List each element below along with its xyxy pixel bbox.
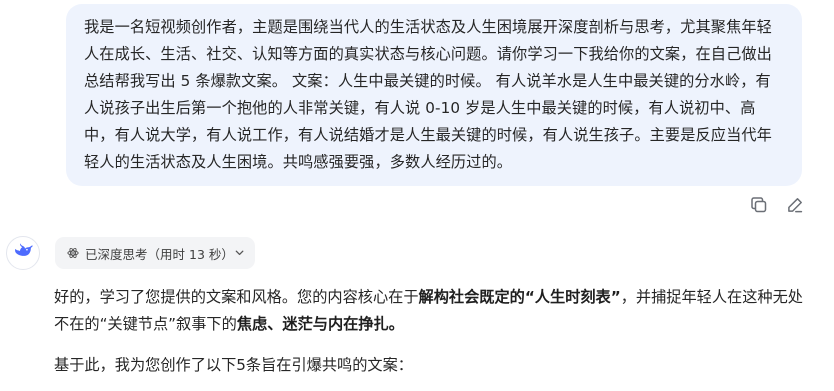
chat-page: 我是一名短视频创作者，主题是围绕当代人的生活状态及人生困境展开深度剖析与思考，尤… bbox=[0, 0, 834, 391]
response-emphasis: 焦虑、迷茫与内在挣扎。 bbox=[236, 315, 404, 333]
response-emphasis: 解构社会既定的“人生时刻表” bbox=[418, 288, 621, 306]
response-paragraph-2: 基于此，我为您创作了以下5条旨在引爆共鸣的文案： bbox=[54, 356, 413, 374]
user-message-text: 我是一名短视频创作者，主题是围绕当代人的生活状态及人生困境展开深度剖析与思考，尤… bbox=[84, 18, 772, 171]
response-text: 好的，学习了您提供的文案和风格。您的内容核心在于 bbox=[54, 288, 419, 306]
copy-button[interactable] bbox=[748, 196, 770, 218]
edit-button[interactable] bbox=[784, 196, 806, 218]
whale-logo-icon bbox=[12, 240, 34, 266]
thinking-toggle[interactable]: 已深度思考（用时 13 秒） bbox=[55, 237, 255, 269]
assistant-response: 好的，学习了您提供的文案和风格。您的内容核心在于解构社会既定的“人生时刻表”，并… bbox=[54, 284, 814, 379]
assistant-avatar bbox=[6, 236, 40, 270]
atom-icon bbox=[67, 247, 79, 260]
thinking-label: 已深度思考（用时 13 秒） bbox=[85, 246, 234, 262]
copy-icon bbox=[749, 195, 769, 219]
user-message-bubble: 我是一名短视频创作者，主题是围绕当代人的生活状态及人生困境展开深度剖析与思考，尤… bbox=[66, 4, 802, 186]
message-actions bbox=[748, 196, 806, 218]
edit-icon bbox=[785, 195, 805, 219]
response-paragraph-1: 好的，学习了您提供的文案和风格。您的内容核心在于解构社会既定的“人生时刻表”，并… bbox=[54, 284, 814, 338]
chevron-down-icon bbox=[234, 247, 245, 259]
